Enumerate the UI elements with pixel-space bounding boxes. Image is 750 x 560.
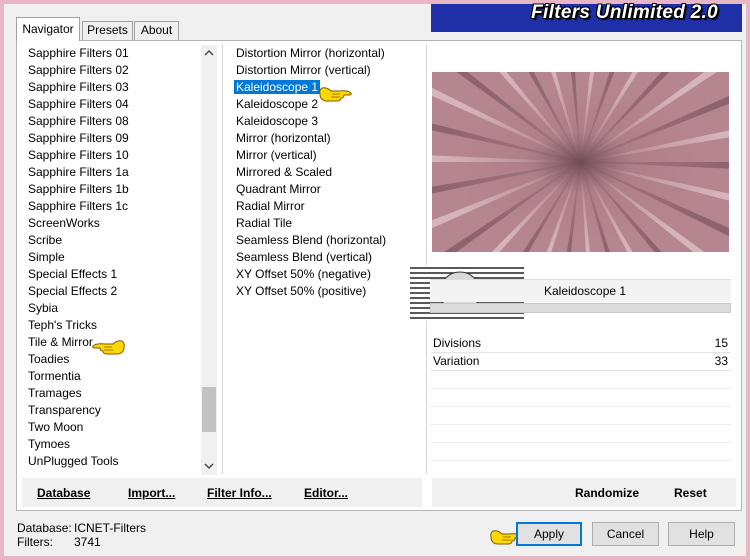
param-name: Variation: [433, 354, 480, 368]
filter-item-label: XY Offset 50% (positive): [236, 284, 367, 298]
filter-item-label: Distortion Mirror (horizontal): [236, 46, 385, 60]
filter-item-label: Kaleidoscope 3: [236, 114, 319, 128]
cancel-button[interactable]: Cancel: [592, 522, 659, 546]
filter-item-label: Radial Tile: [236, 216, 293, 230]
category-item[interactable]: Tormentia: [26, 368, 201, 385]
category-item[interactable]: Sapphire Filters 04: [26, 96, 201, 113]
category-item[interactable]: Teph's Tricks: [26, 317, 201, 334]
param-row-empty: [431, 388, 731, 389]
filter-preview: [432, 72, 729, 252]
category-item[interactable]: Sapphire Filters 08: [26, 113, 201, 130]
database-button[interactable]: Database: [37, 486, 90, 500]
filter-item-label: Radial Mirror: [236, 199, 305, 213]
filter-item[interactable]: Mirrored & Scaled: [234, 164, 434, 181]
filter-item[interactable]: Distortion Mirror (vertical): [234, 62, 434, 79]
param-name: Divisions: [433, 336, 482, 350]
param-row-divisions[interactable]: Divisions 15: [431, 334, 731, 353]
filter-item[interactable]: Radial Tile: [234, 215, 434, 232]
tab-navigator[interactable]: Navigator: [16, 17, 80, 41]
param-row-empty: [431, 442, 731, 443]
category-item[interactable]: Sapphire Filters 03: [26, 79, 201, 96]
category-item[interactable]: Tymoes: [26, 436, 201, 453]
category-item[interactable]: Tramages: [26, 385, 201, 402]
filter-item-label: Mirror (horizontal): [236, 131, 331, 145]
randomize-button[interactable]: Randomize: [575, 486, 639, 500]
status-filters-value: 3741: [74, 535, 101, 549]
status-database-value: ICNET-Filters: [74, 521, 146, 535]
category-item[interactable]: Scribe: [26, 232, 201, 249]
category-item[interactable]: Sybia: [26, 300, 201, 317]
filter-info-button[interactable]: Filter Info...: [207, 486, 272, 500]
category-item[interactable]: Sapphire Filters 01: [26, 45, 201, 62]
filter-item[interactable]: Seamless Blend (vertical): [234, 249, 434, 266]
filter-item[interactable]: Radial Mirror: [234, 198, 434, 215]
tab-presets[interactable]: Presets: [82, 21, 133, 40]
pointing-hand-icon: [319, 87, 352, 102]
param-row-empty: [431, 460, 731, 461]
filter-item-label: Distortion Mirror (vertical): [236, 63, 371, 77]
filter-item-label: Kaleidoscope 2: [236, 97, 319, 111]
category-item[interactable]: Sapphire Filters 1b: [26, 181, 201, 198]
param-value[interactable]: 33: [715, 354, 728, 368]
category-list[interactable]: Sapphire Filters 01 Sapphire Filters 02 Sa…: [26, 45, 201, 470]
category-item[interactable]: Sapphire Filters 1c: [26, 198, 201, 215]
filter-item[interactable]: Kaleidoscope 3: [234, 113, 434, 130]
filter-item-label: Seamless Blend (vertical): [236, 250, 373, 264]
category-item[interactable]: Special Effects 2: [26, 283, 201, 300]
category-item[interactable]: Transparency: [26, 402, 201, 419]
param-row-empty: [431, 406, 731, 407]
import-button[interactable]: Import...: [128, 486, 175, 500]
filter-item[interactable]: Distortion Mirror (horizontal): [234, 45, 434, 62]
chevron-down-icon[interactable]: [201, 459, 217, 475]
filter-item[interactable]: XY Offset 50% (positive): [234, 283, 434, 300]
parameter-filter-name: Kaleidoscope 1: [544, 284, 627, 298]
list-divider: [222, 44, 223, 474]
status-filters-label: Filters:: [17, 535, 53, 549]
apply-button[interactable]: Apply: [516, 522, 582, 546]
filter-item-label: Mirrored & Scaled: [236, 165, 333, 179]
status-database-label: Database:: [17, 521, 72, 535]
category-item[interactable]: Sapphire Filters 10: [26, 147, 201, 164]
category-item[interactable]: Sapphire Filters 1a: [26, 164, 201, 181]
parameter-bar: [430, 303, 731, 313]
category-item[interactable]: Special Effects 1: [26, 266, 201, 283]
filter-item-label: Mirror (vertical): [236, 148, 317, 162]
tab-about[interactable]: About: [134, 21, 179, 40]
app-title: Filters Unlimited 2.0: [531, 2, 718, 23]
category-item[interactable]: Two Moon: [26, 419, 201, 436]
category-item[interactable]: Simple: [26, 249, 201, 266]
scroll-thumb[interactable]: [202, 387, 216, 432]
filter-item[interactable]: Mirror (vertical): [234, 147, 434, 164]
filter-item[interactable]: Seamless Blend (horizontal): [234, 232, 434, 249]
help-button[interactable]: Help: [668, 522, 735, 546]
filter-item-label: XY Offset 50% (negative): [236, 267, 371, 281]
filter-item-label: Kaleidoscope 1: [234, 80, 321, 94]
param-row-variation[interactable]: Variation 33: [431, 352, 731, 371]
category-item[interactable]: Sapphire Filters 09: [26, 130, 201, 147]
category-item[interactable]: Sapphire Filters 02: [26, 62, 201, 79]
filter-item-label: Quadrant Mirror: [236, 182, 321, 196]
param-row-empty: [431, 424, 731, 425]
filter-item[interactable]: Mirror (horizontal): [234, 130, 434, 147]
filter-item[interactable]: Quadrant Mirror: [234, 181, 434, 198]
filter-item[interactable]: XY Offset 50% (negative): [234, 266, 434, 283]
param-value[interactable]: 15: [715, 336, 728, 350]
category-item[interactable]: UnPlugged Tools: [26, 453, 201, 470]
reset-button[interactable]: Reset: [674, 486, 707, 500]
filter-item-label: Seamless Blend (horizontal): [236, 233, 387, 247]
pointing-hand-icon: [92, 340, 125, 355]
chevron-up-icon[interactable]: [201, 46, 217, 62]
editor-button[interactable]: Editor...: [304, 486, 348, 500]
category-item[interactable]: ScreenWorks: [26, 215, 201, 232]
